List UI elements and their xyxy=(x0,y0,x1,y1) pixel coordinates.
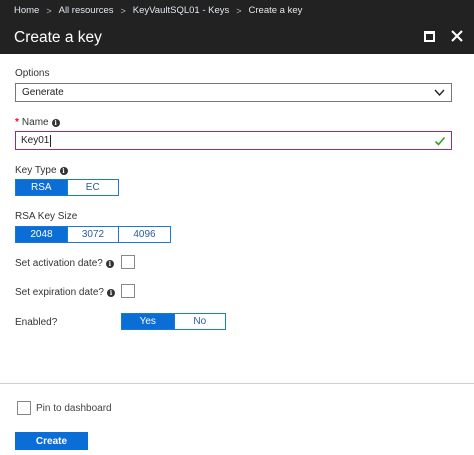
rsa-size-3072[interactable]: 3072 xyxy=(68,227,119,242)
name-input-value: Key01 xyxy=(21,135,50,146)
options-select[interactable]: Generate xyxy=(15,83,452,102)
rsa-size-2048[interactable]: 2048 xyxy=(16,227,68,242)
breadcrumb: Home > All resources > KeyVaultSQL01 - K… xyxy=(0,0,474,21)
window-controls xyxy=(424,29,464,43)
breadcrumb-home[interactable]: Home xyxy=(14,5,39,16)
blade-header: Create a key xyxy=(0,21,474,54)
info-icon[interactable]: i xyxy=(105,259,114,268)
pin-to-dashboard-label: Pin to dashboard xyxy=(36,403,112,414)
info-icon[interactable]: i xyxy=(59,166,68,175)
rsa-size-4096[interactable]: 4096 xyxy=(119,227,170,242)
options-select-value: Generate xyxy=(22,87,64,98)
chevron-right-icon: > xyxy=(120,5,126,16)
key-type-toggle: RSA EC xyxy=(15,179,119,196)
info-icon[interactable]: i xyxy=(51,118,60,127)
name-input[interactable]: Key01 xyxy=(15,131,452,150)
enabled-toggle: Yes No xyxy=(121,313,226,330)
close-button[interactable] xyxy=(450,29,464,43)
info-icon[interactable]: i xyxy=(106,288,115,297)
breadcrumb-all-resources[interactable]: All resources xyxy=(59,5,114,16)
checkmark-icon xyxy=(434,136,446,146)
enabled-label: Enabled? xyxy=(15,317,58,328)
pin-to-dashboard-checkbox[interactable] xyxy=(17,401,31,415)
text-caret xyxy=(50,134,52,147)
rsa-key-size-toggle: 2048 3072 4096 xyxy=(15,226,171,243)
expiration-date-checkbox[interactable] xyxy=(121,284,135,298)
footer-divider xyxy=(0,383,474,384)
chevron-right-icon: > xyxy=(236,5,242,16)
maximize-button[interactable] xyxy=(424,29,438,43)
key-type-rsa[interactable]: RSA xyxy=(16,180,68,195)
expiration-date-label: Set expiration date? i xyxy=(15,287,115,298)
close-icon xyxy=(451,30,463,42)
create-button[interactable]: Create xyxy=(15,432,88,450)
key-type-ec[interactable]: EC xyxy=(68,180,119,195)
page-title: Create a key xyxy=(14,28,102,46)
enabled-yes[interactable]: Yes xyxy=(122,314,175,329)
options-label: Options xyxy=(15,68,50,79)
activation-date-checkbox[interactable] xyxy=(121,255,135,269)
maximize-icon xyxy=(424,31,435,42)
name-label: * Name i xyxy=(15,117,60,128)
activation-date-label: Set activation date? i xyxy=(15,258,114,269)
enabled-no[interactable]: No xyxy=(175,314,226,329)
chevron-down-icon xyxy=(434,89,445,97)
breadcrumb-keyvault-keys[interactable]: KeyVaultSQL01 - Keys xyxy=(133,5,229,16)
breadcrumb-current: Create a key xyxy=(248,5,303,16)
chevron-right-icon: > xyxy=(46,5,52,16)
rsa-key-size-label: RSA Key Size xyxy=(15,211,78,222)
key-type-label: Key Type i xyxy=(15,165,68,176)
required-star-icon: * xyxy=(15,117,19,128)
